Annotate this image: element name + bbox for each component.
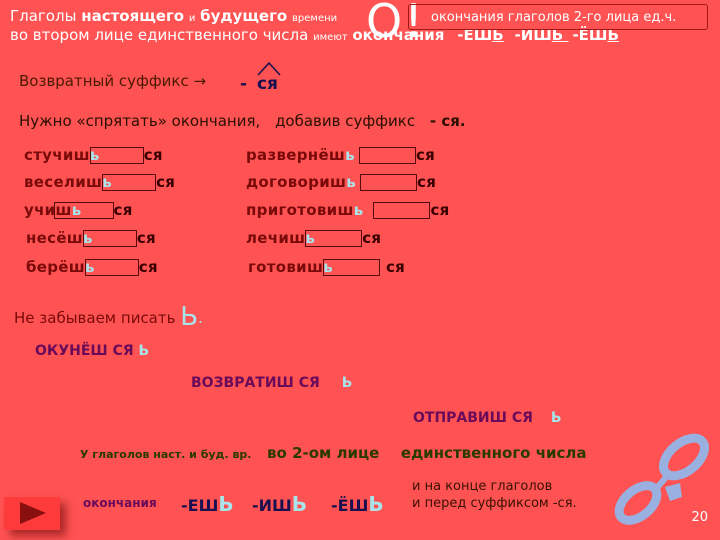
verb-item: приготовишь ся (246, 201, 450, 219)
bottom-ending: -ИШЬ (252, 492, 308, 516)
play-button[interactable] (4, 497, 60, 530)
bottom-note: и на конце глаголов и перед суффиксом -с… (412, 478, 577, 512)
example-word: ОТПРАВИШ СЯ Ь (413, 410, 562, 426)
bottom-ending: -ЕШЬ (181, 492, 234, 516)
example-word: ОКУНЁШ СЯ Ь (35, 343, 150, 359)
rule-text: У глаголов наст. и буд. вр. (80, 448, 252, 461)
suffix-display: - ся (240, 61, 281, 94)
header-word-future: будущего (200, 7, 288, 25)
header-word: и (188, 13, 196, 24)
play-icon (20, 502, 46, 524)
reminder-text: Не забываем писать (14, 309, 176, 327)
header-word: времени (292, 13, 338, 24)
reminder: Не забываем писать Ь. (14, 302, 203, 332)
hint-text: Нужно «спрятать» окончания, (19, 112, 261, 130)
bottom-ending: -ЁШЬ (331, 492, 384, 516)
verb-item: несёшь ся (26, 229, 156, 247)
header-text: имеют (313, 32, 348, 43)
verb-item: веселишь ся (24, 173, 176, 191)
hide-box[interactable] (322, 259, 380, 276)
verb-item: учишь ся (24, 201, 133, 219)
hide-box[interactable] (102, 174, 157, 191)
rule-line: У глаголов наст. и буд. вр. во 2-ом лице… (80, 443, 587, 462)
hint-suffix: - ся. (429, 112, 466, 130)
header-line-1: Глаголы настоящего и будущего времени (10, 7, 337, 28)
hint-text: добавив суффикс (275, 112, 416, 130)
verb-item: развернёшь ся (246, 146, 436, 164)
reflexive-suffix-label: Возвратный суффикс → (19, 72, 207, 90)
bottom-endings-label: окончания (83, 496, 157, 510)
hide-box[interactable] (305, 230, 363, 247)
header-word-present: настоящего (81, 7, 185, 25)
verb-item: берёшь ся (26, 258, 158, 276)
rule-text: единственного числа (400, 444, 587, 462)
page-number: 20 (691, 510, 708, 525)
header-word: Глаголы (10, 7, 77, 25)
verb-item: стучишь ся (24, 146, 163, 164)
callout-box: окончания глаголов 2-го лица ед.ч. (408, 4, 708, 30)
hide-box[interactable] (358, 147, 416, 164)
rule-text: во 2-ом лице (267, 444, 380, 462)
reminder-soft-sign: Ь (180, 302, 199, 332)
roof-icon (257, 61, 281, 76)
suffix-sia: ся (257, 61, 281, 94)
hide-box[interactable] (53, 202, 114, 219)
hide-box[interactable] (373, 202, 431, 219)
hint-line: Нужно «спрятать» окончания, добавив суфф… (19, 112, 466, 130)
example-word: ВОЗВРАТИШ СЯ Ь (191, 375, 353, 391)
hide-box[interactable] (360, 174, 418, 191)
verb-item: договоришь ся (246, 173, 437, 191)
bottom-note-line: и на конце глаголов (412, 479, 553, 494)
reminder-dot: . (198, 309, 203, 327)
hide-box[interactable] (84, 259, 139, 276)
header-text: во втором лице единственного числа (10, 26, 309, 44)
hide-box[interactable] (89, 147, 144, 164)
hide-box[interactable] (82, 230, 137, 247)
bottom-note-line: и перед суффиксом -ся. (412, 496, 577, 511)
verb-item: готовишь ся (248, 258, 406, 276)
verb-item: лечишь ся (246, 229, 382, 247)
suffix-dash: - (240, 74, 248, 94)
